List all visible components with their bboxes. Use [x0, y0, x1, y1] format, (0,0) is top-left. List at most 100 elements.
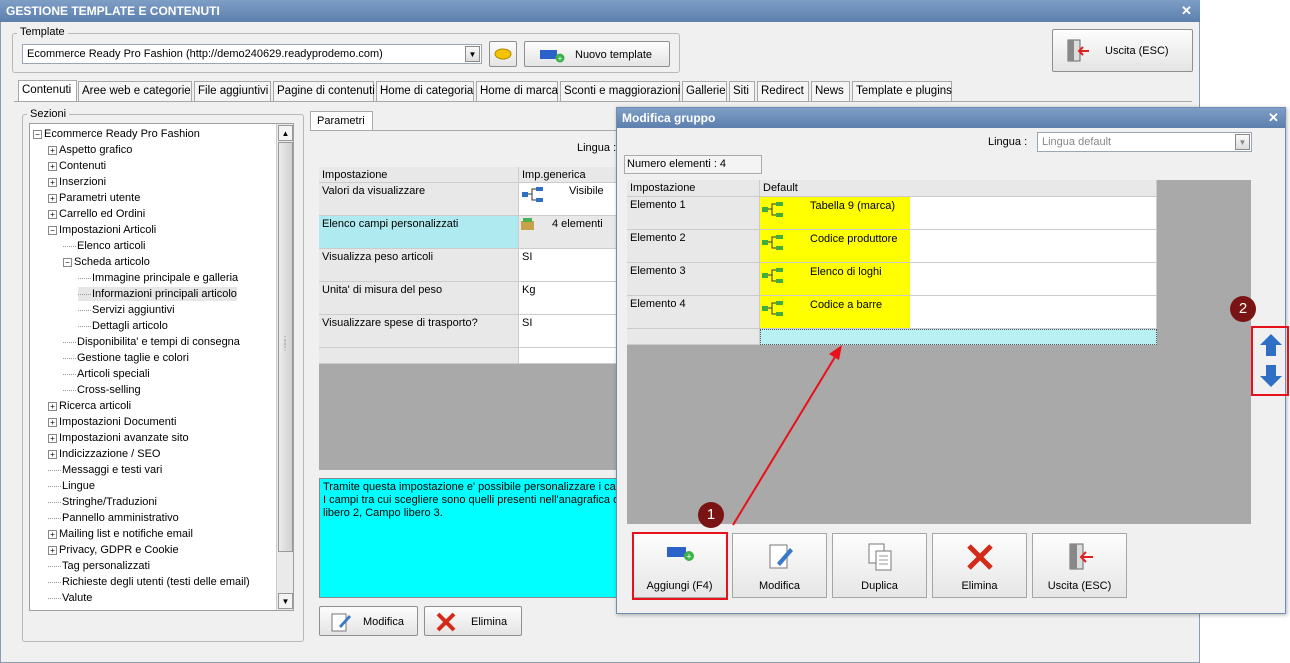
tree-item[interactable]: Informazioni principali articolo: [78, 287, 237, 301]
tree-item[interactable]: Articoli speciali: [63, 367, 150, 381]
tab-pagine-di-contenuti[interactable]: Pagine di contenuti: [273, 81, 375, 101]
expand-plus-icon[interactable]: +: [48, 161, 57, 171]
delete-button[interactable]: Elimina: [932, 533, 1027, 598]
dialog-row-value[interactable]: Elenco di loghi: [760, 263, 910, 295]
grid-row-name[interactable]: Unita' di misura del peso: [319, 282, 519, 315]
tree-item[interactable]: + Aspetto grafico: [48, 143, 132, 157]
tree-item[interactable]: Immagine principale e galleria: [78, 271, 238, 285]
grid-row-value[interactable]: Visibile: [519, 183, 619, 216]
expand-plus-icon[interactable]: +: [48, 177, 57, 187]
browse-template-button[interactable]: [489, 41, 517, 67]
tree-item[interactable]: Valute: [48, 591, 92, 605]
dialog-row-name[interactable]: Elemento 3: [627, 263, 760, 296]
expand-plus-icon[interactable]: +: [48, 145, 57, 155]
scroll-down-icon[interactable]: ▼: [278, 593, 293, 609]
grid-row-name[interactable]: Elenco campi personalizzati: [319, 216, 519, 249]
params-modify-button[interactable]: Modifica: [319, 606, 418, 636]
tree-item[interactable]: − Scheda articolo: [63, 255, 150, 269]
dialog-lingua-select[interactable]: Lingua default ▼: [1037, 132, 1252, 152]
tab-siti[interactable]: Siti: [729, 81, 755, 101]
tab-home-di-marca[interactable]: Home di marca: [476, 81, 558, 101]
dialog-row-value[interactable]: Codice produttore: [760, 230, 910, 262]
tab-news[interactable]: News: [811, 81, 850, 101]
tab-aree-web-e-categorie[interactable]: Aree web e categorie: [78, 81, 192, 101]
dialog-row-name[interactable]: Elemento 1: [627, 197, 760, 230]
expand-plus-icon[interactable]: +: [48, 433, 57, 443]
tree-item[interactable]: Lingue: [48, 479, 95, 493]
tree-item[interactable]: − Ecommerce Ready Pro Fashion: [33, 127, 200, 141]
dialog-row-name[interactable]: Elemento 2: [627, 230, 760, 263]
tree-item[interactable]: Cross-selling: [63, 383, 141, 397]
expand-plus-icon[interactable]: +: [48, 417, 57, 427]
grid-row-name[interactable]: Visualizzare spese di trasporto?: [319, 315, 519, 348]
tree-item[interactable]: Stringhe/Traduzioni: [48, 495, 157, 509]
tree-item[interactable]: + Indicizzazione / SEO: [48, 447, 161, 461]
splitter-grip[interactable]: ⋮ ⋮ ⋮: [281, 336, 289, 352]
sections-tree[interactable]: − Ecommerce Ready Pro Fashion + Aspetto gra…: [29, 123, 294, 611]
dialog-exit-button[interactable]: Uscita (ESC): [1032, 533, 1127, 598]
grid-row-value[interactable]: SI: [519, 315, 619, 348]
tree-item[interactable]: + Ricerca articoli: [48, 399, 131, 413]
dialog-row-value-cell[interactable]: Elenco di loghi: [760, 263, 1157, 296]
tab-file-aggiuntivi[interactable]: File aggiuntivi: [194, 81, 271, 101]
grid-row-value[interactable]: 4 elementi: [519, 216, 619, 249]
expand-plus-icon[interactable]: +: [48, 401, 57, 411]
collapse-minus-icon[interactable]: −: [48, 225, 57, 235]
tab-redirect[interactable]: Redirect: [757, 81, 809, 101]
tree-item[interactable]: Disponibilita' e tempi di consegna: [63, 335, 240, 349]
new-template-button[interactable]: + Nuovo template: [524, 41, 670, 67]
tree-item[interactable]: + Impostazioni avanzate sito: [48, 431, 189, 445]
tree-item[interactable]: Messaggi e testi vari: [48, 463, 162, 477]
expand-plus-icon[interactable]: +: [48, 449, 57, 459]
scroll-up-icon[interactable]: ▲: [278, 125, 293, 141]
tab-sconti-e-maggiorazioni[interactable]: Sconti e maggiorazioni: [560, 81, 680, 101]
template-select[interactable]: Ecommerce Ready Pro Fashion (http://demo…: [22, 44, 482, 64]
tree-item[interactable]: + Parametri utente: [48, 191, 140, 205]
dialog-row-value-cell[interactable]: Tabella 9 (marca): [760, 197, 1157, 230]
tree-item[interactable]: + Privacy, GDPR e Cookie: [48, 543, 179, 557]
tree-item[interactable]: Elenco articoli: [63, 239, 145, 253]
grid-row-value[interactable]: Kg: [519, 282, 619, 315]
tree-item[interactable]: + Mailing list e notifiche email: [48, 527, 193, 541]
grid-row-name[interactable]: Valori da visualizzare: [319, 183, 519, 216]
tree-item[interactable]: Dettagli articolo: [78, 319, 168, 333]
tree-item[interactable]: Richieste degli utenti (testi delle emai…: [48, 575, 250, 589]
grid-row-value[interactable]: SI: [519, 249, 619, 282]
dialog-row-name[interactable]: Elemento 4: [627, 296, 760, 329]
tab-home-di-categoria[interactable]: Home di categoria: [376, 81, 474, 101]
modify-button[interactable]: Modifica: [732, 533, 827, 598]
tab-parametri[interactable]: Parametri: [310, 111, 373, 131]
expand-plus-icon[interactable]: +: [48, 545, 57, 555]
dialog-row-value-cell[interactable]: Codice produttore: [760, 230, 1157, 263]
tab-gallerie[interactable]: Gallerie: [682, 81, 727, 101]
expand-plus-icon[interactable]: +: [48, 193, 57, 203]
params-grid[interactable]: Impostazione Imp.generica Valori da visual…: [319, 167, 619, 470]
grid-row-name[interactable]: Visualizza peso articoli: [319, 249, 519, 282]
expand-plus-icon[interactable]: +: [48, 529, 57, 539]
params-delete-button[interactable]: Elimina: [424, 606, 522, 636]
tree-scrollbar[interactable]: ▲ ▼: [276, 124, 293, 610]
tab-contenuti[interactable]: Contenuti: [18, 80, 77, 102]
dialog-row-value[interactable]: Tabella 9 (marca): [760, 197, 910, 229]
tree-item[interactable]: Gestione taglie e colori: [63, 351, 189, 365]
expand-plus-icon[interactable]: +: [48, 209, 57, 219]
tree-item[interactable]: Tag personalizzati: [48, 559, 150, 573]
chevron-down-icon[interactable]: ▼: [465, 46, 480, 62]
tree-item[interactable]: Servizi aggiuntivi: [78, 303, 175, 317]
duplicate-button[interactable]: Duplica: [832, 533, 927, 598]
tree-item[interactable]: + Inserzioni: [48, 175, 106, 189]
dialog-row-value[interactable]: Codice a barre: [760, 296, 910, 328]
tab-template-e-plugins[interactable]: Template e plugins: [852, 81, 952, 101]
tree-item[interactable]: + Contenuti: [48, 159, 106, 173]
collapse-minus-icon[interactable]: −: [33, 129, 42, 139]
chevron-down-icon[interactable]: ▼: [1235, 134, 1250, 150]
dialog-close-icon[interactable]: ✕: [1268, 110, 1279, 126]
dialog-row-value-cell[interactable]: Codice a barre: [760, 296, 1157, 329]
tree-item[interactable]: Pannello amministrativo: [48, 511, 179, 525]
tree-item[interactable]: + Carrello ed Ordini: [48, 207, 145, 221]
tree-item[interactable]: − Impostazioni Articoli: [48, 223, 156, 237]
close-icon[interactable]: ✕: [1181, 3, 1192, 19]
exit-button[interactable]: Uscita (ESC): [1052, 29, 1193, 72]
tree-item[interactable]: + Impostazioni Documenti: [48, 415, 176, 429]
collapse-minus-icon[interactable]: −: [63, 257, 72, 267]
